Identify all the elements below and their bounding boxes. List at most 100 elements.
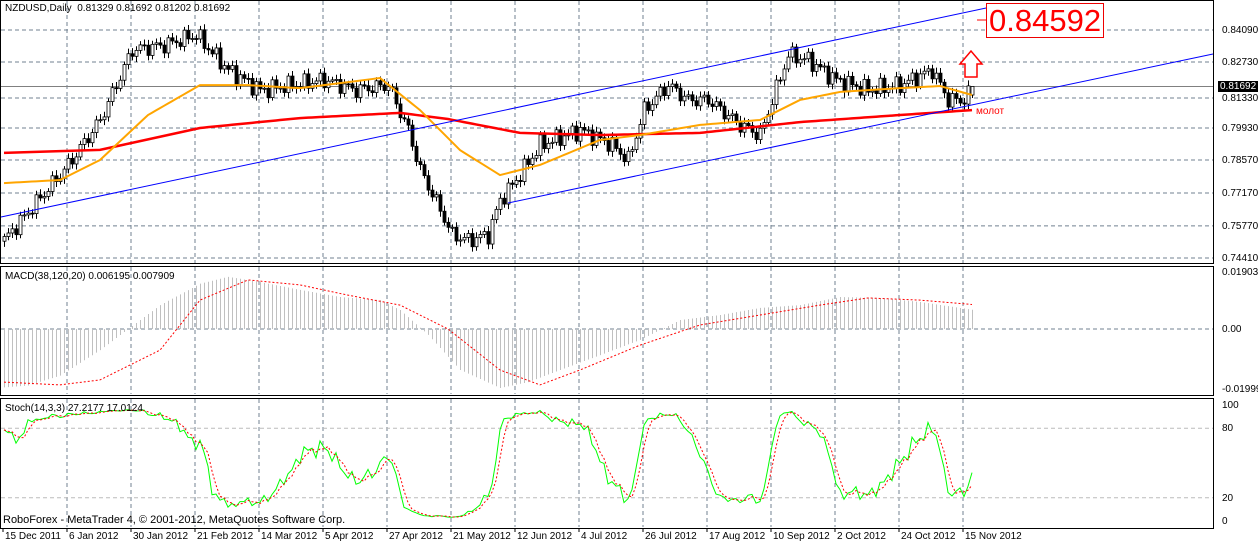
candle-body [606,140,611,152]
price-axis-label: 0.81330 [1222,92,1258,104]
candle-body [218,47,223,70]
candle-body [802,58,807,61]
candle-body [170,37,175,42]
candle-body [478,234,483,239]
macd-axis-label: -0.01999 [1222,384,1258,395]
price-axis-label: 0.84090 [1222,25,1258,36]
candle-body [490,219,495,245]
candle-body [518,180,523,182]
candle-body [730,113,735,116]
candle-body [870,90,875,93]
candle-body [438,194,443,212]
candle-body [42,196,47,199]
candle-body [446,221,451,228]
candle-body [430,189,435,198]
candle-body [234,65,239,86]
candle-body [830,72,835,85]
candle-body [370,90,375,93]
channel-lower-line [507,53,1214,204]
candle-body [278,87,283,90]
candle-body [98,119,103,122]
candle-body [662,86,667,97]
candle-body [570,125,575,135]
candle-body [922,70,927,75]
candle-body [174,40,179,44]
candle-body [822,65,827,68]
date-label: 6 Jan 2012 [69,531,119,542]
date-label: 27 Apr 2012 [389,531,443,542]
target-price-label[interactable]: 0.84592 [986,3,1105,38]
candle-body [210,49,215,55]
stoch-axis-label: 0 [1222,516,1228,527]
candle-body [854,84,859,87]
candle-body [562,135,567,146]
candle-body [426,175,431,191]
price-axis-label: 0.74410 [1222,252,1258,264]
candle-body [482,231,487,235]
candle-body [186,29,191,40]
candle-body [458,239,463,242]
candle-body [18,214,23,236]
price-axis-label: 0.82730 [1222,57,1258,69]
candle-body [474,237,479,248]
candle-body [410,124,415,147]
candle-body [906,79,911,85]
candle-body [494,208,499,220]
candle-body [882,77,887,93]
candle-body [666,86,671,97]
candle-body [910,72,915,81]
date-label: 15 Nov 2012 [965,531,1022,542]
candle-body [414,145,419,162]
hammer-pattern-label[interactable]: молот [976,106,1004,117]
candle-body [650,104,655,111]
price-axis-label: 0.75770 [1222,220,1258,232]
price-axis-label: 0.79930 [1222,122,1258,134]
candle-body [818,64,823,68]
candle-body [146,44,151,56]
candle-body [190,38,195,40]
candle-body [114,87,119,90]
macd-axis-label: 0.00 [1222,324,1242,335]
candle-body [970,86,975,96]
candle-body [678,87,683,102]
candle-body [134,50,139,57]
candle-body [634,137,639,151]
candle-body [658,86,663,97]
candle-body [106,101,111,118]
date-label: 24 Oct 2012 [901,531,956,542]
candle-body [722,105,727,120]
candle-body [930,68,935,80]
candle-body [670,83,675,87]
pane-frame-2 [0,398,1214,529]
candle-body [746,122,751,126]
candle-body [22,214,27,217]
stoch-axis-label: 80 [1222,423,1234,435]
candle-body [710,103,715,107]
candle-body [202,29,207,49]
candle-body [418,161,423,166]
candle-body [398,103,403,119]
date-label: 2 Oct 2012 [837,531,886,542]
candle-body [470,233,475,248]
candle-body [774,79,779,105]
candle-body [226,65,231,70]
candle-body [878,77,883,94]
candle-body [254,81,259,96]
candle-body [850,75,855,86]
candle-body [814,64,819,72]
stoch-signal-line [3,409,973,518]
symbol-timeframe: NZDUSD,Daily [5,3,72,14]
candle-body [946,92,951,108]
candle-body [94,119,99,133]
candle-body [206,48,211,51]
ma-slow-line [3,108,973,155]
candle-body [378,80,383,86]
candle-body [198,29,203,40]
date-label: 12 Jun 2012 [517,531,573,542]
candle-body [686,94,691,97]
candle-body [358,84,363,98]
candle-body [586,129,591,132]
candle-body [826,65,831,85]
candle-body [262,87,267,90]
candle-body [334,79,339,81]
